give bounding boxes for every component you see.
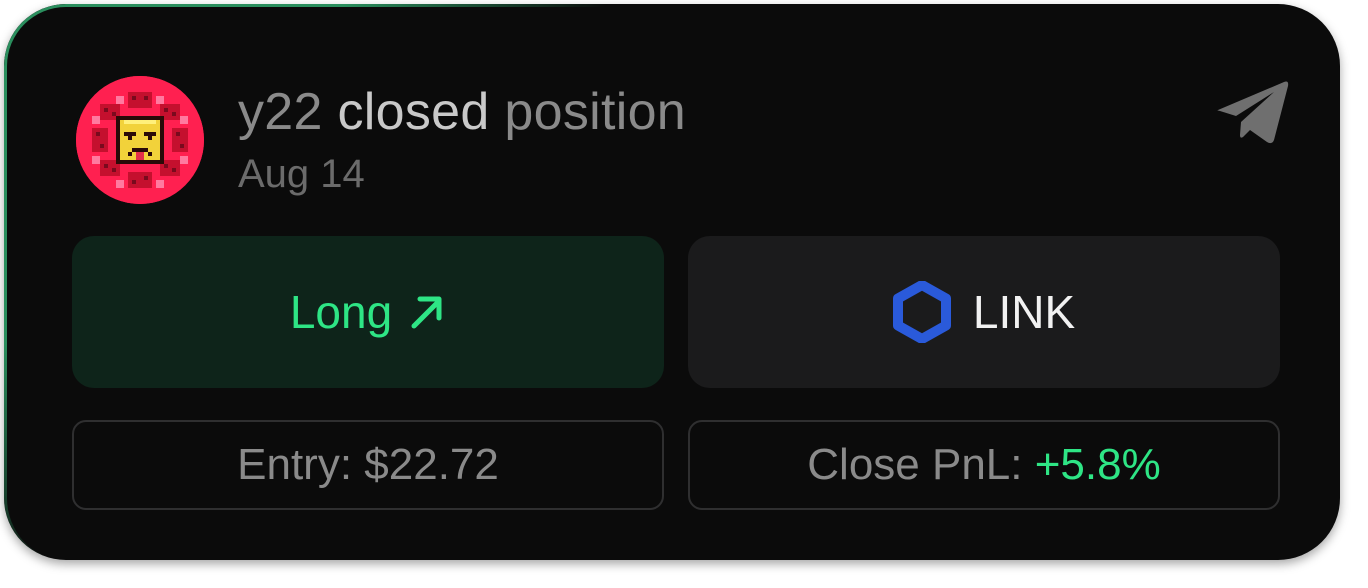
pnl-label: Close PnL: [807, 440, 1023, 489]
telegram-send-icon [1217, 81, 1289, 144]
close-pnl-box: Close PnL: +5.8% [688, 420, 1280, 510]
share-button[interactable] [1214, 78, 1290, 146]
entry-price-box: Entry: $22.72 [72, 420, 664, 510]
pnl-value: +5.8% [1034, 440, 1161, 489]
action-verb: closed [337, 83, 490, 141]
activity-title: y22 closed position [238, 82, 686, 142]
action-object: position [504, 83, 687, 141]
direction-button[interactable]: Long [72, 236, 664, 388]
entry-label: Entry: [237, 440, 353, 489]
token-button[interactable]: LINK [688, 236, 1280, 388]
pixel-flower-icon [76, 76, 204, 204]
direction-label: Long [289, 286, 393, 338]
entry-value: $22.72 [364, 440, 499, 489]
trade-card: y22 closed position Aug 14 Long LINK Ent… [4, 4, 1340, 560]
activity-date: Aug 14 [238, 152, 365, 196]
arrow-up-right-icon [406, 292, 446, 332]
chainlink-hexagon-icon [892, 281, 951, 343]
user-avatar[interactable] [76, 76, 204, 204]
username[interactable]: y22 [238, 83, 323, 141]
token-symbol: LINK [972, 286, 1076, 338]
